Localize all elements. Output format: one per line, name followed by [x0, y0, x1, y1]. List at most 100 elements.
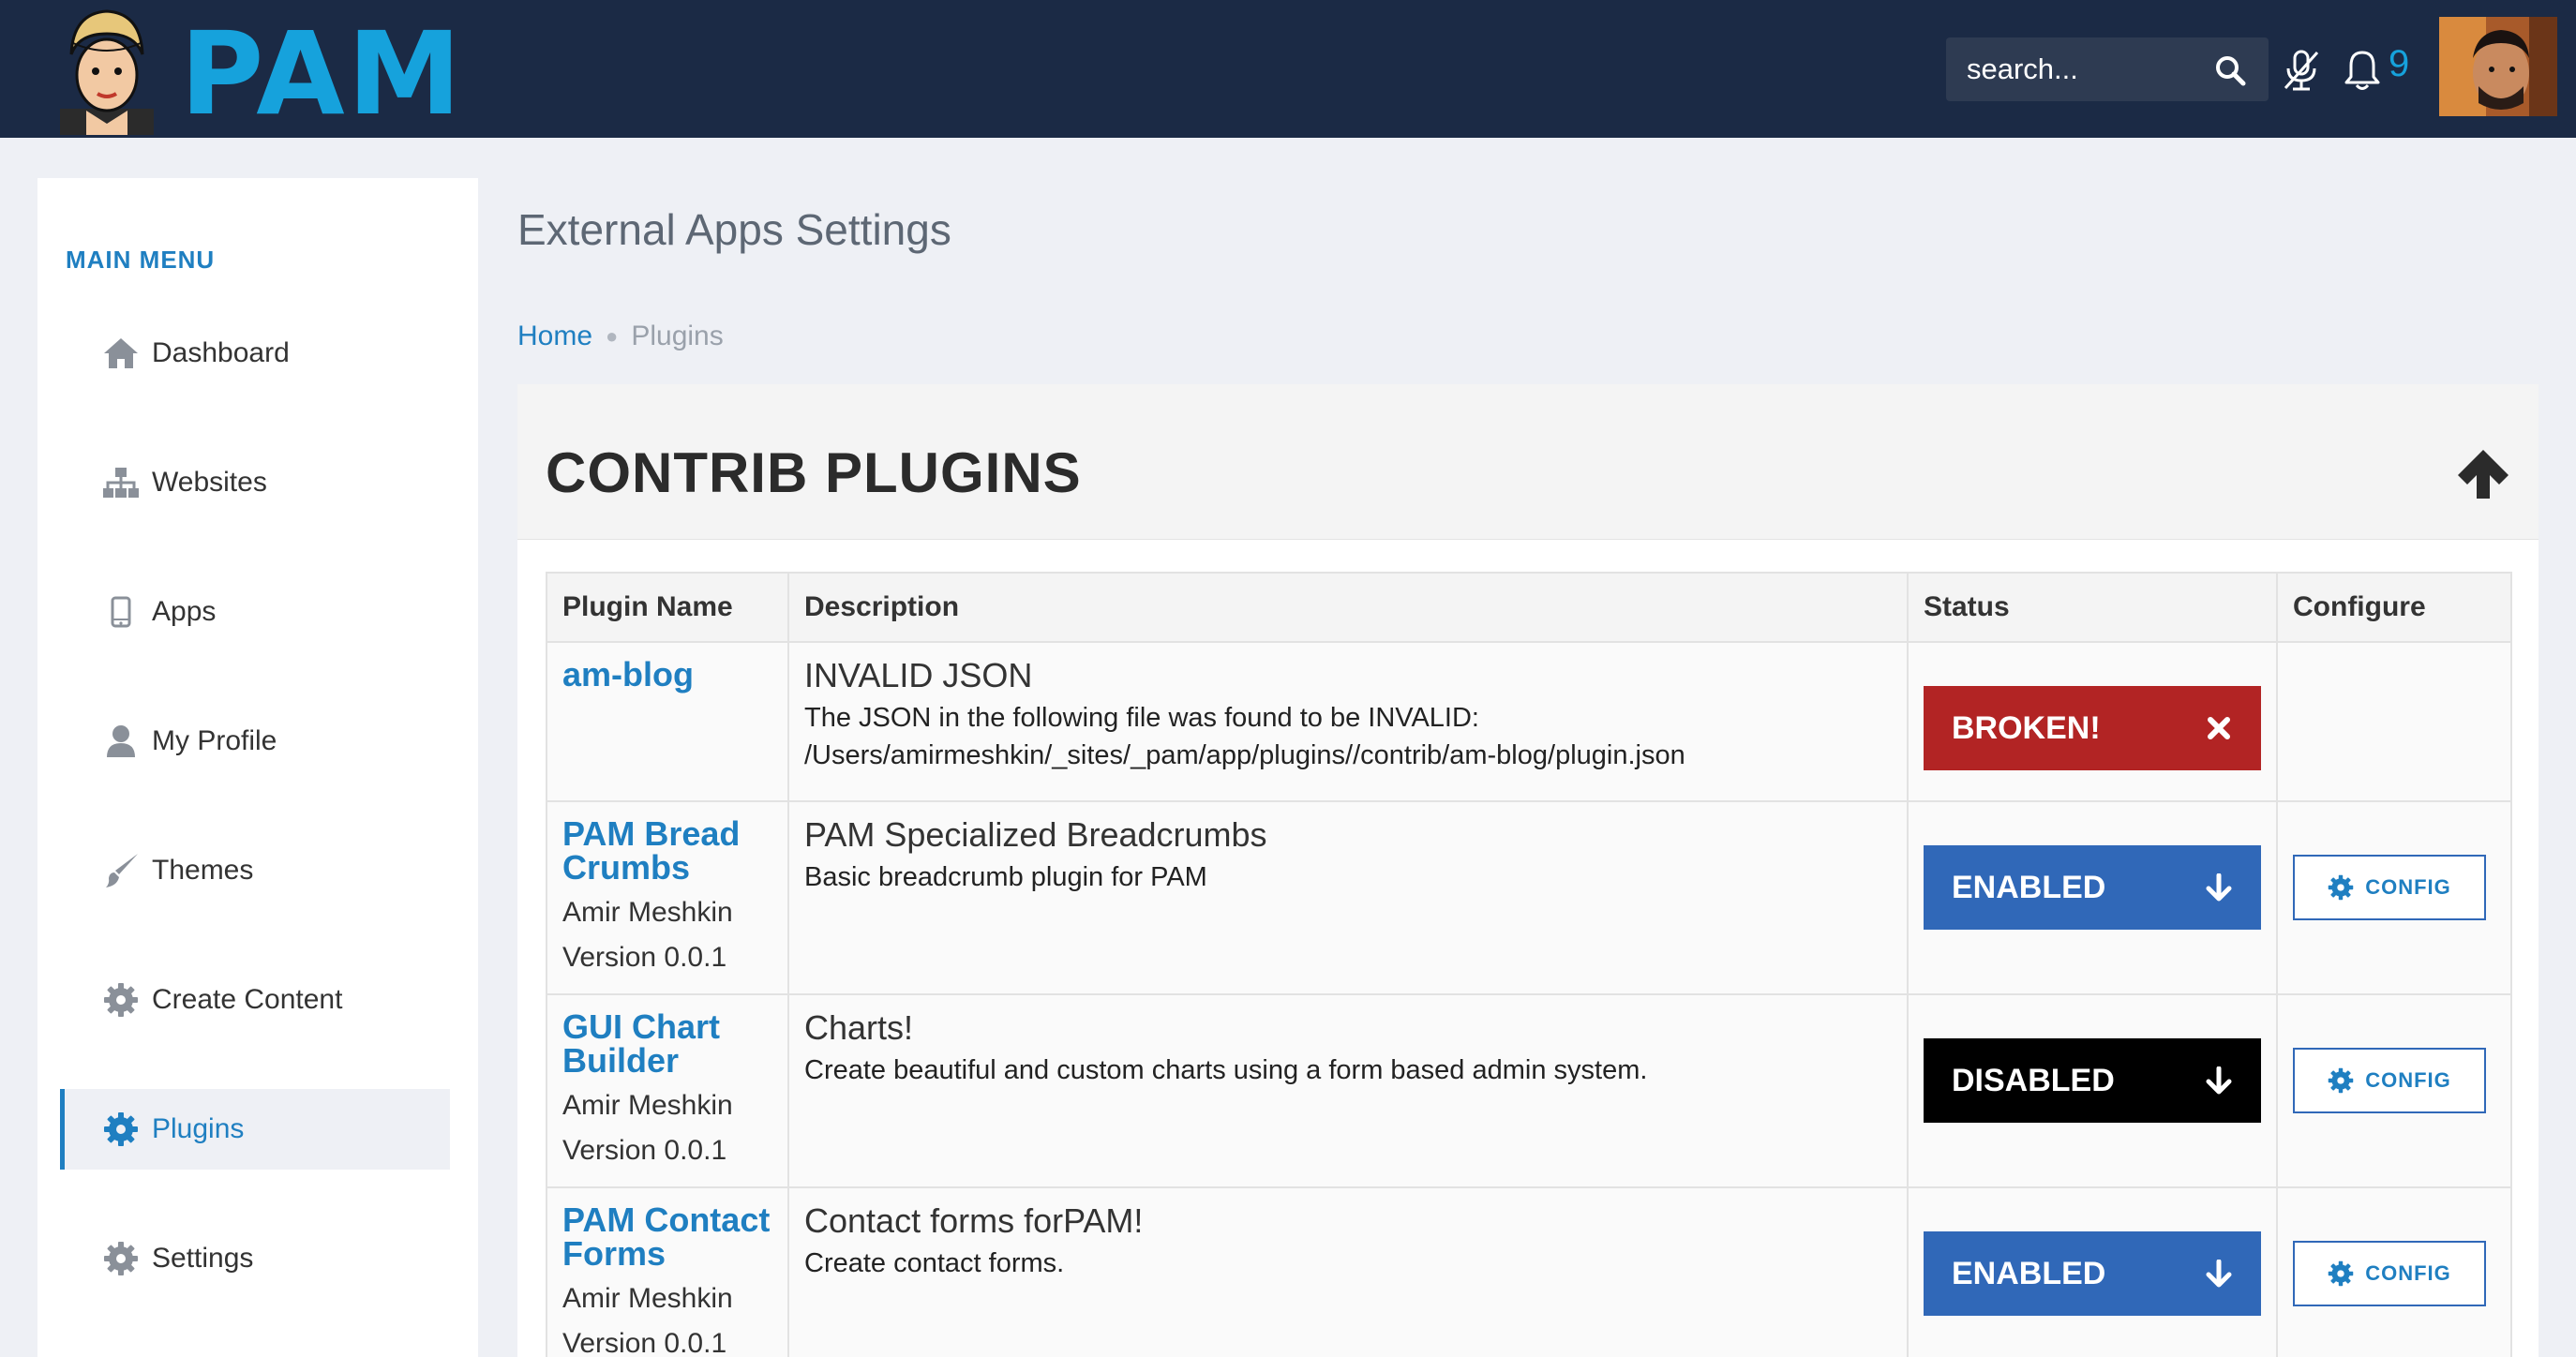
plugin-name-cell: PAM Contact Forms Amir Meshkin Version 0… [546, 1186, 789, 1357]
panel-header: CONTRIB PLUGINS [517, 384, 2539, 540]
column-header-description: Description [787, 572, 1909, 643]
plugin-version: Version 0.0.1 [562, 942, 727, 973]
table-row: PAM Contact Forms Amir Meshkin Version 0… [546, 1186, 2512, 1357]
description-text: /Users/amirmeshkin/_sites/_pam/app/plugi… [804, 740, 1685, 770]
plugin-name-link[interactable]: PAM Contact Forms [562, 1203, 772, 1271]
plugin-version: Version 0.0.1 [562, 1328, 727, 1357]
sidebar-item-themes[interactable]: Themes [60, 830, 450, 911]
config-label: CONFIG [2365, 1068, 2451, 1092]
brush-icon [101, 851, 141, 890]
status-button[interactable]: ENABLED [1924, 1231, 2261, 1316]
plugin-version: Version 0.0.1 [562, 1135, 727, 1166]
column-header-plugin-name: Plugin Name [546, 572, 789, 643]
home-icon [101, 334, 141, 373]
table-row: PAM Bread Crumbs Amir Meshkin Version 0.… [546, 800, 2512, 995]
search-input[interactable] [1967, 37, 2210, 101]
status-label: DISABLED [1952, 1062, 2115, 1098]
table-header-row: Plugin Name Description Status Configure [546, 572, 2512, 643]
sidebar-item-apps[interactable]: Apps [60, 572, 450, 652]
plugin-name-link[interactable]: am-blog [562, 658, 772, 692]
table-row: am-blog INVALID JSON The JSON in the fol… [546, 641, 2512, 802]
plugin-name-cell: GUI Chart Builder Amir Meshkin Version 0… [546, 993, 789, 1188]
search-icon[interactable] [2214, 54, 2246, 86]
config-label: CONFIG [2365, 1261, 2451, 1285]
bell-icon[interactable] [2344, 49, 2381, 92]
gear-icon [101, 1110, 141, 1149]
plugins-panel: CONTRIB PLUGINS Plugin Name Description … [517, 384, 2539, 1357]
status-button[interactable]: ENABLED [1924, 845, 2261, 930]
gear-icon [2328, 874, 2354, 901]
plugin-description-cell: Charts! Create beautiful and custom char… [787, 993, 1909, 1188]
plugin-name-link[interactable]: GUI Chart Builder [562, 1010, 772, 1078]
config-button[interactable]: CONFIG [2293, 855, 2486, 920]
notification-count-badge[interactable]: 9 [2389, 45, 2409, 82]
config-label: CONFIG [2365, 875, 2451, 899]
sidebar-item-settings[interactable]: Settings [60, 1218, 450, 1299]
mic-off-icon[interactable] [2282, 49, 2321, 92]
status-cell: DISABLED [1907, 993, 2278, 1188]
status-button[interactable]: DISABLED [1924, 1038, 2261, 1123]
sidebar-title: MAIN MENU [66, 246, 216, 274]
sidebar-item-create-content[interactable]: Create Content [60, 960, 450, 1040]
description-text: Basic breadcrumb plugin for PAM [804, 862, 1207, 892]
description-title: Charts! [804, 1008, 914, 1047]
mobile-icon [101, 592, 141, 632]
description-title: Contact forms forPAM! [804, 1201, 1144, 1240]
sidebar-item-dashboard[interactable]: Dashboard [60, 313, 450, 394]
status-cell: ENABLED [1907, 800, 2278, 995]
breadcrumb-home-link[interactable]: Home [517, 321, 592, 352]
plugin-description-cell: PAM Specialized Breadcrumbs Basic breadc… [787, 800, 1909, 995]
status-label: ENABLED [1952, 1255, 2106, 1291]
plugin-author: Amir Meshkin [562, 897, 733, 928]
panel-title: CONTRIB PLUGINS [546, 441, 1082, 504]
plugin-name-cell: PAM Bread Crumbs Amir Meshkin Version 0.… [546, 800, 789, 995]
configure-cell [2276, 641, 2512, 802]
sidebar-item-label: Plugins [152, 1113, 245, 1144]
arrow-down-icon [2205, 1066, 2233, 1095]
page-title: External Apps Settings [517, 205, 951, 254]
description-text: The JSON in the following file was found… [804, 703, 1479, 733]
sidebar-item-label: Websites [152, 467, 267, 498]
sidebar-item-label: Dashboard [152, 337, 290, 368]
close-icon [2205, 714, 2233, 742]
column-header-status: Status [1907, 572, 2278, 643]
config-button[interactable]: CONFIG [2293, 1241, 2486, 1306]
description-title: PAM Specialized Breadcrumbs [804, 815, 1267, 854]
sidebar-item-label: Themes [152, 855, 254, 886]
plugin-author: Amir Meshkin [562, 1090, 733, 1121]
gear-icon [101, 980, 141, 1020]
sidebar-item-plugins[interactable]: Plugins [60, 1089, 450, 1170]
plugin-name-link[interactable]: PAM Bread Crumbs [562, 817, 772, 885]
column-header-configure: Configure [2276, 572, 2512, 643]
user-avatar[interactable] [2439, 17, 2557, 116]
table-row: GUI Chart Builder Amir Meshkin Version 0… [546, 993, 2512, 1188]
breadcrumb-current: Plugins [631, 321, 724, 351]
brand-mascot-logo[interactable] [54, 6, 159, 135]
plugin-description-cell: Contact forms forPAM! Create contact for… [787, 1186, 1909, 1357]
sidebar-item-label: Apps [152, 596, 217, 627]
plugin-name-cell: am-blog [546, 641, 789, 802]
status-cell: BROKEN! [1907, 641, 2278, 802]
config-button[interactable]: CONFIG [2293, 1048, 2486, 1113]
plugin-author: Amir Meshkin [562, 1283, 733, 1314]
sidebar-item-my-profile[interactable]: My Profile [60, 701, 450, 782]
sidebar-item-label: My Profile [152, 725, 277, 756]
sidebar: MAIN MENU Dashboard Websites Apps My Pro… [37, 178, 478, 1357]
gear-icon [101, 1239, 141, 1278]
plugins-table: Plugin Name Description Status Configure… [546, 572, 2512, 1357]
status-button[interactable]: BROKEN! [1924, 686, 2261, 770]
arrow-up-icon[interactable] [2456, 448, 2510, 500]
status-label: BROKEN! [1952, 709, 2101, 746]
sidebar-item-label: Create Content [152, 984, 343, 1015]
gear-icon [2328, 1260, 2354, 1287]
breadcrumb: Home ● Plugins [517, 321, 724, 352]
brand-name[interactable]: PAM [180, 17, 464, 131]
configure-cell: CONFIG [2276, 993, 2512, 1188]
sidebar-item-label: Settings [152, 1243, 254, 1274]
description-text: Create beautiful and custom charts using… [804, 1055, 1648, 1085]
arrow-down-icon [2205, 872, 2233, 902]
status-cell: ENABLED [1907, 1186, 2278, 1357]
sidebar-item-websites[interactable]: Websites [60, 442, 450, 523]
gear-icon [2328, 1067, 2354, 1094]
user-icon [101, 722, 141, 761]
